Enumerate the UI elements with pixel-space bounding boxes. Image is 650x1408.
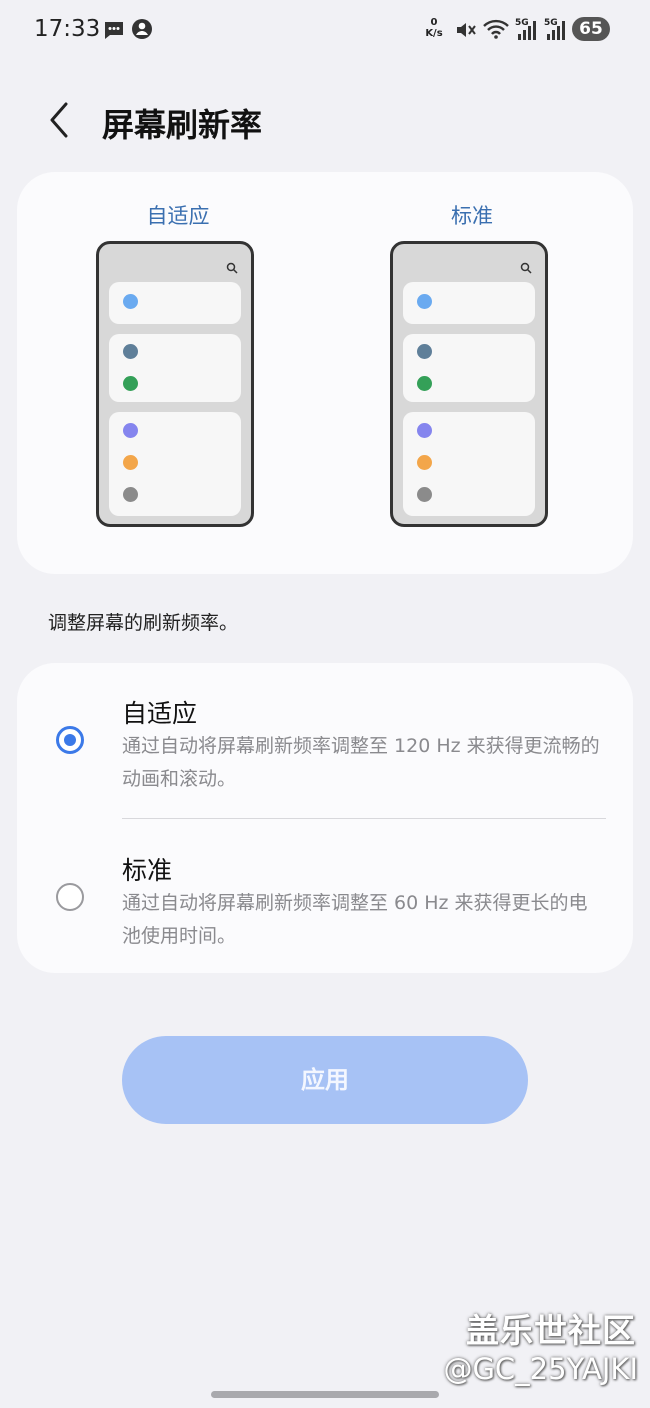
radio-standard[interactable] — [56, 883, 84, 911]
status-time: 17:33 — [34, 16, 101, 42]
watermark-user: @GC_25YAJKI — [443, 1352, 638, 1386]
network-speed-unit: K/s — [425, 28, 443, 39]
mute-icon — [455, 19, 477, 45]
dot — [417, 487, 432, 502]
network-speed-value: 0 — [430, 17, 438, 28]
option-desc-adaptive: 通过自动将屏幕刷新频率调整至 120 Hz 来获得更流畅的动画和滚动。 — [122, 735, 600, 790]
list-block — [403, 412, 535, 516]
list-block — [109, 334, 241, 402]
back-button[interactable] — [40, 98, 80, 142]
network-speed: 0 K/s — [423, 17, 445, 39]
divider — [122, 818, 606, 819]
description-text: 调整屏幕的刷新频率。 — [48, 612, 239, 634]
preview-label-adaptive: 自适应 — [146, 204, 210, 228]
wifi-icon — [482, 18, 510, 44]
battery-indicator: 65 — [572, 17, 610, 41]
dot — [123, 423, 138, 438]
person-icon — [131, 18, 153, 44]
dot — [417, 376, 432, 391]
phone-preview-standard — [390, 241, 548, 527]
page-title: 屏幕刷新率 — [102, 106, 263, 144]
signal-icon — [543, 16, 569, 46]
signal-icon — [514, 16, 540, 46]
dot — [123, 376, 138, 391]
dot — [417, 294, 432, 309]
apply-button[interactable]: 应用 — [122, 1036, 528, 1124]
list-block — [403, 334, 535, 402]
option-desc-standard: 通过自动将屏幕刷新频率调整至 60 Hz 来获得更长的电池使用时间。 — [122, 892, 588, 947]
dot — [123, 294, 138, 309]
list-block — [403, 282, 535, 324]
status-bar: 17:33 0 K/s 5G 5G 65 — [0, 0, 650, 60]
dot — [123, 344, 138, 359]
dot — [417, 455, 432, 470]
option-title-standard: 标准 — [122, 856, 173, 885]
list-block — [109, 282, 241, 324]
preview-label-standard: 标准 — [451, 204, 493, 228]
list-block — [109, 412, 241, 516]
radio-adaptive[interactable] — [56, 726, 84, 754]
dot — [123, 455, 138, 470]
watermark-logo: 盖乐世社区 — [466, 1311, 636, 1350]
dot — [123, 487, 138, 502]
search-icon — [520, 262, 532, 274]
dot — [417, 423, 432, 438]
search-icon — [226, 262, 238, 274]
option-title-adaptive: 自适应 — [122, 699, 198, 728]
chevron-left-icon — [50, 102, 68, 138]
phone-preview-adaptive — [96, 241, 254, 527]
message-icon — [102, 18, 126, 46]
home-indicator[interactable] — [211, 1391, 439, 1398]
dot — [417, 344, 432, 359]
